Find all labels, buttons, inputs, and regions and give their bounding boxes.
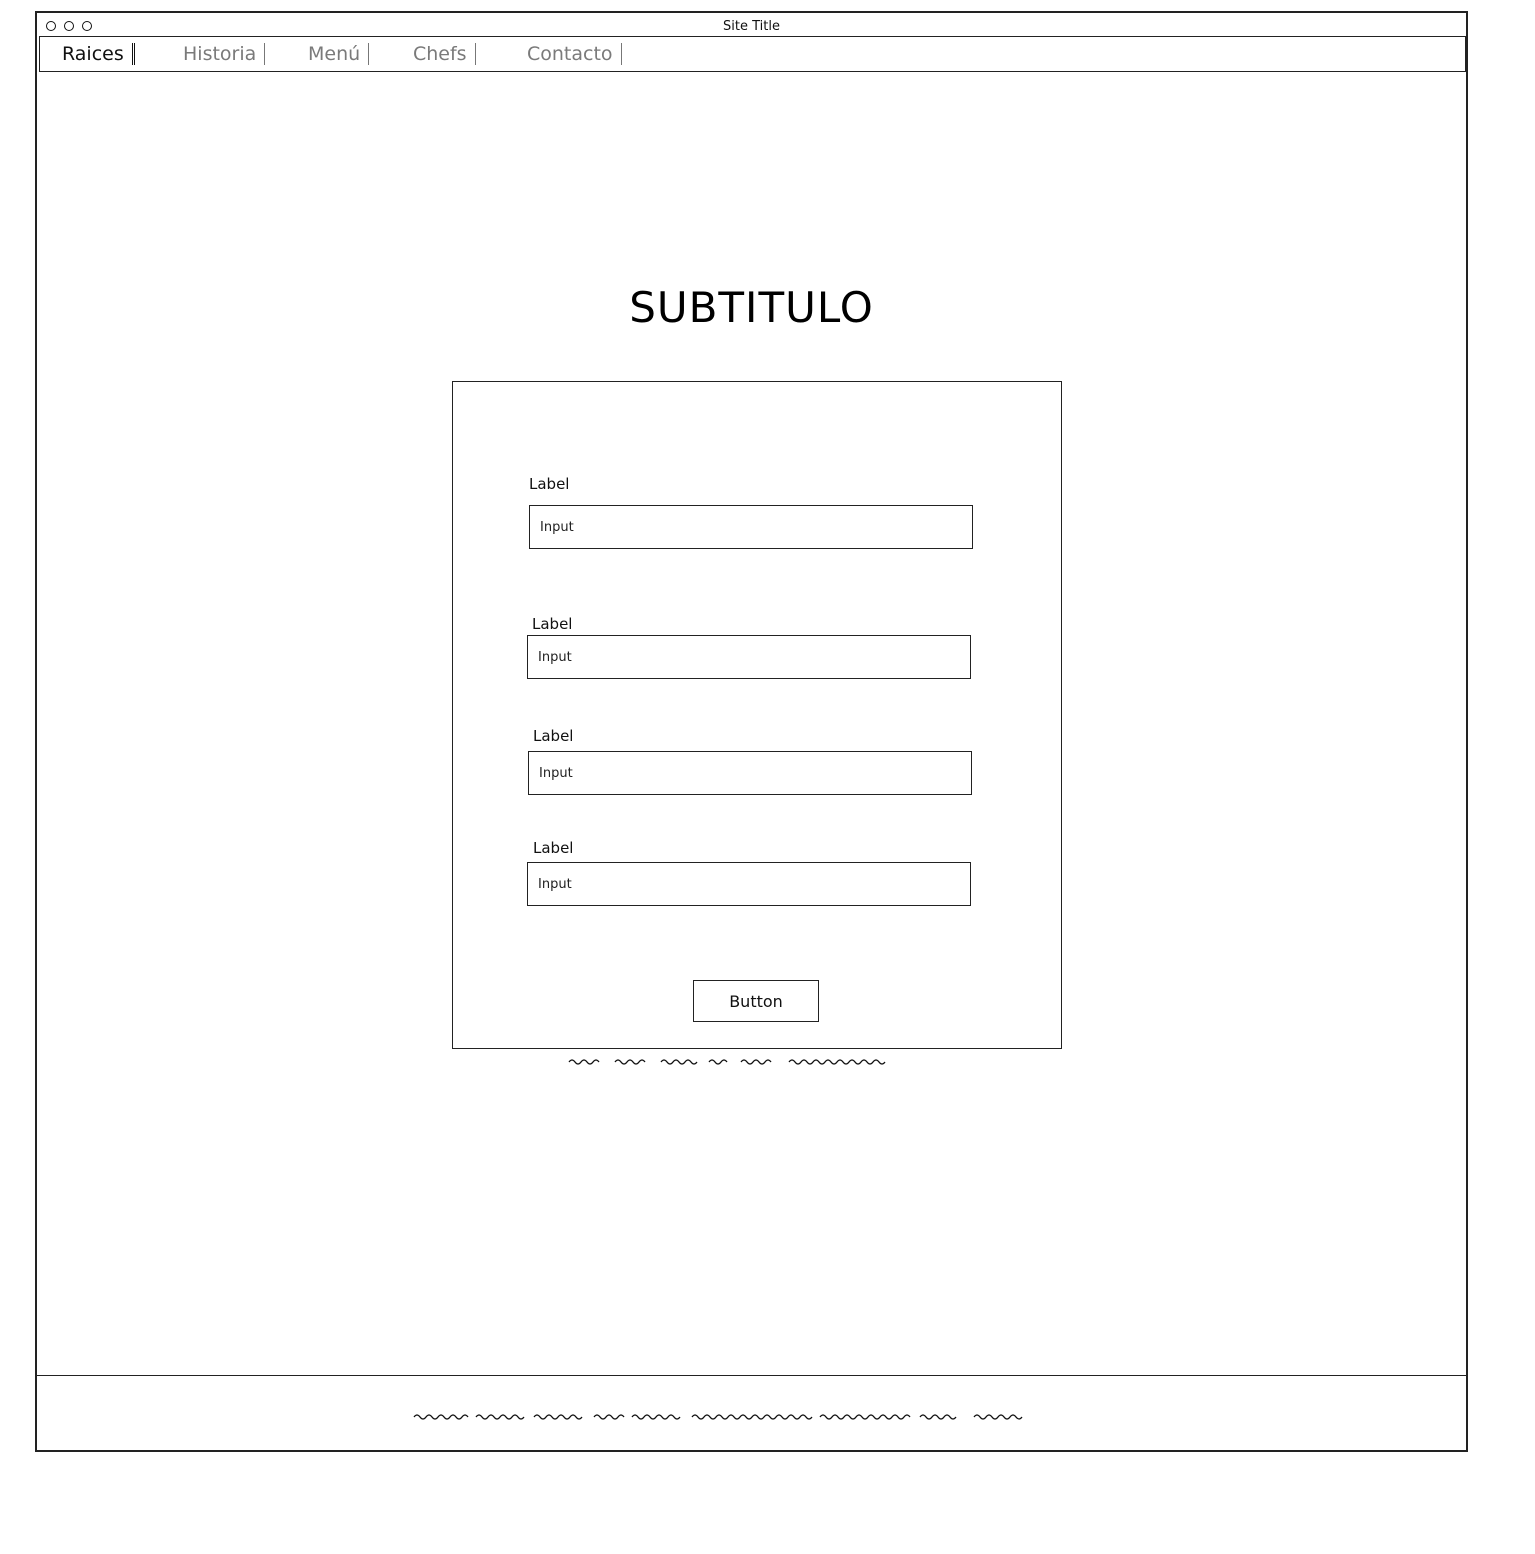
field-label-3: Label — [533, 727, 574, 745]
window-titlebar: Site Title — [37, 13, 1466, 37]
browser-window: Site Title Raices Historia Menú Chefs Co… — [35, 11, 1468, 1452]
top-navigation: Raices Historia Menú Chefs Contacto — [39, 36, 1466, 72]
footer-text-scribble — [413, 1414, 1023, 1420]
form-input-3[interactable] — [528, 751, 972, 795]
nav-item-raices[interactable]: Raices — [62, 43, 135, 65]
nav-item-chefs[interactable]: Chefs — [413, 43, 476, 65]
form-input-4[interactable] — [527, 862, 971, 906]
nav-item-contacto[interactable]: Contacto — [527, 43, 622, 65]
submit-button[interactable]: Button — [693, 980, 819, 1022]
form-input-1[interactable] — [529, 505, 973, 549]
nav-item-menu[interactable]: Menú — [308, 43, 370, 65]
page-footer — [37, 1375, 1466, 1450]
field-label-4: Label — [533, 839, 574, 857]
form-input-2[interactable] — [527, 635, 971, 679]
page-subtitle: SUBTITULO — [629, 283, 874, 332]
contact-form: Label Label Label Label Button — [452, 381, 1062, 1049]
field-label-1: Label — [529, 475, 570, 493]
nav-item-historia[interactable]: Historia — [183, 43, 266, 65]
site-title: Site Title — [723, 19, 780, 34]
field-label-2: Label — [532, 615, 573, 633]
placeholder-text-scribble — [568, 1059, 886, 1065]
